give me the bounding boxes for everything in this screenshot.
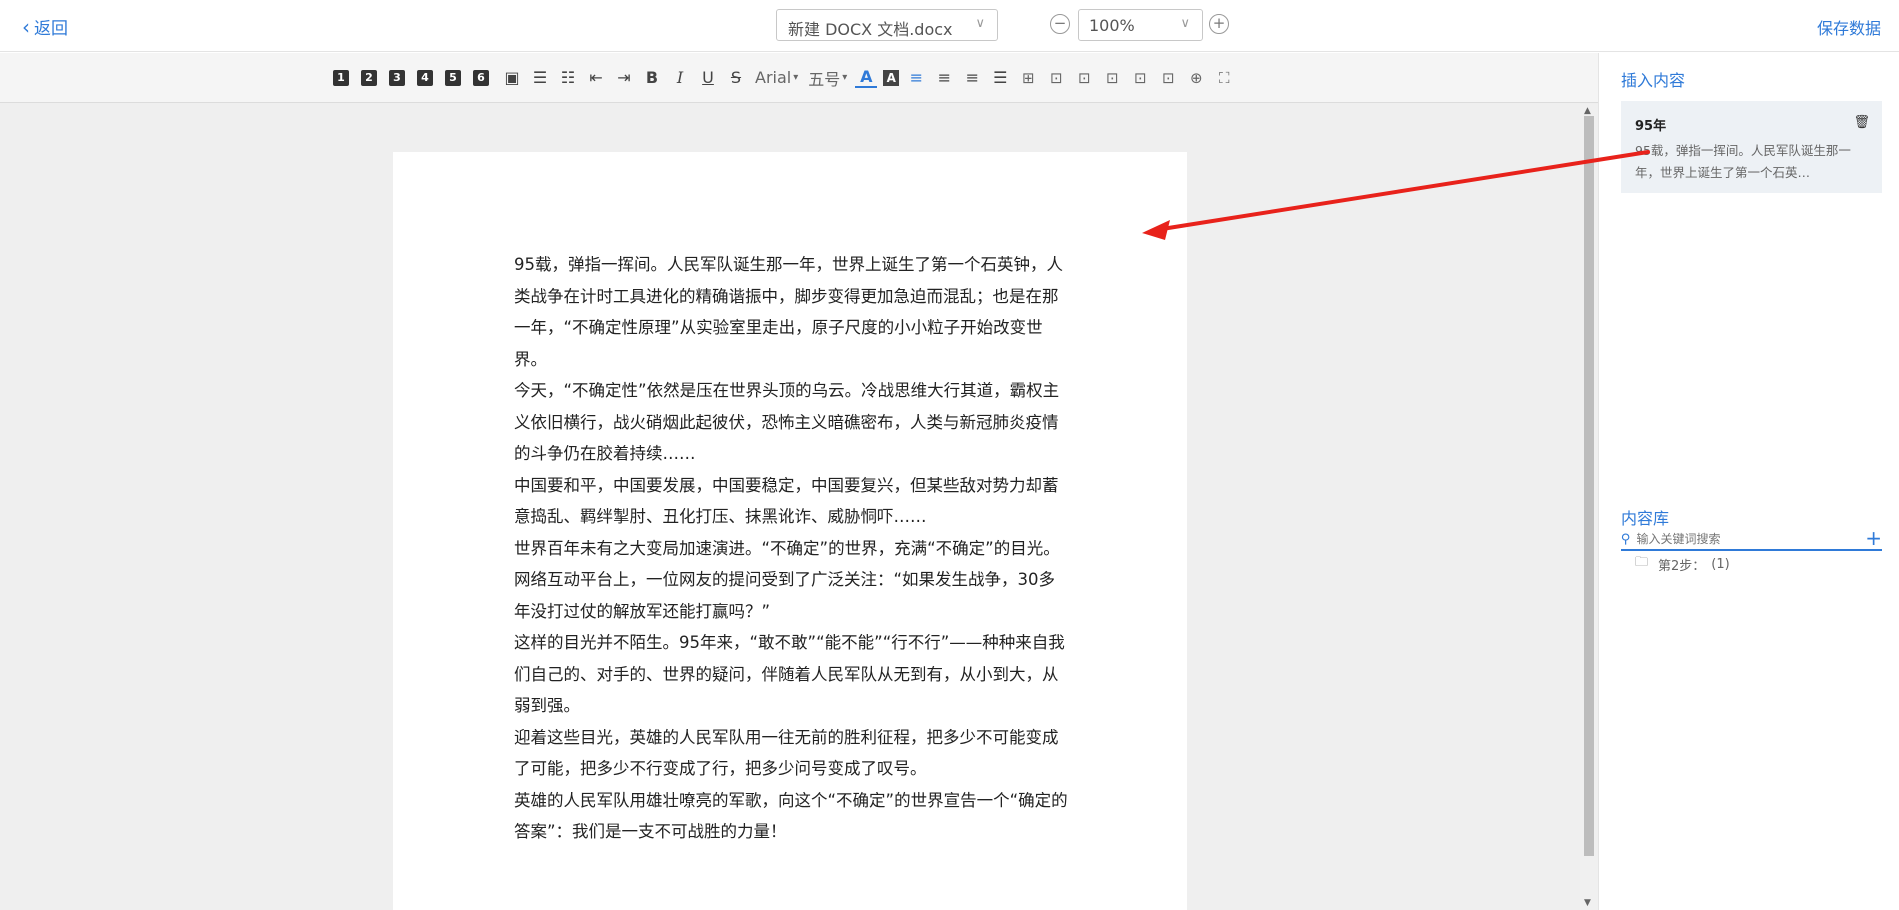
indent-icon[interactable]: ⇥ bbox=[613, 67, 635, 89]
table-col-left-icon[interactable]: ⊡ bbox=[1101, 67, 1123, 89]
folder-count: (1) bbox=[1711, 556, 1730, 572]
table-col-right-icon[interactable]: ⊡ bbox=[1129, 67, 1151, 89]
numbered-list-icon[interactable]: ☷ bbox=[557, 67, 579, 89]
background-color-button[interactable]: A bbox=[883, 69, 900, 86]
search-icon: ⚲ bbox=[1621, 531, 1631, 547]
add-icon[interactable]: + bbox=[1865, 527, 1882, 549]
caret-down-icon: ▾ bbox=[842, 72, 848, 83]
heading-2-button[interactable]: 2 bbox=[361, 69, 377, 86]
insert-table-icon[interactable]: ⊞ bbox=[1017, 67, 1039, 89]
content-card[interactable]: 95年 95载，弹指一挥间。人民军队诞生那一年，世界上诞生了第一个石英… 🗑 bbox=[1621, 101, 1882, 193]
zoom-select[interactable]: 100% ∨ bbox=[1078, 9, 1203, 41]
table-delete-icon[interactable]: ⊡ bbox=[1157, 67, 1179, 89]
align-right-icon[interactable]: ≡ bbox=[961, 67, 983, 89]
chevron-left-icon: ‹ bbox=[22, 14, 30, 39]
trash-icon[interactable]: 🗑 bbox=[1853, 115, 1870, 130]
underline-button[interactable]: U bbox=[697, 67, 719, 89]
back-label: 返回 bbox=[34, 19, 68, 39]
chevron-down-icon: ∨ bbox=[975, 16, 985, 31]
heading-4-button[interactable]: 4 bbox=[417, 69, 433, 86]
paragraph[interactable]: 中国要和平，中国要发展，中国要稳定，中国要复兴，但某些敌对势力却蓄意捣乱、羁绊掣… bbox=[514, 470, 1070, 533]
paragraph[interactable]: 95载，弹指一挥间。人民军队诞生那一年，世界上诞生了第一个石英钟，人类战争在计时… bbox=[514, 249, 1070, 375]
font-size-value: 五号 bbox=[808, 69, 841, 89]
document-name: 新建 DOCX 文档.docx bbox=[788, 20, 953, 39]
library-search-input[interactable] bbox=[1636, 532, 1837, 546]
library-search: ⚲ + bbox=[1621, 527, 1882, 551]
font-family-select[interactable]: Arial ▾ bbox=[753, 67, 800, 89]
chevron-down-icon: ∨ bbox=[1180, 16, 1190, 31]
paragraph[interactable]: 英雄的人民军队用雄壮嘹亮的军歌，向这个“不确定”的世界宣告一个“确定的答案”：我… bbox=[514, 785, 1070, 848]
vertical-scrollbar[interactable]: ▲ ▼ bbox=[1580, 104, 1598, 910]
top-bar: ‹ 返回 新建 DOCX 文档.docx ∨ − 100% ∨ + 保存数据 bbox=[0, 0, 1899, 52]
strikethrough-button[interactable]: S bbox=[725, 67, 747, 89]
font-size-select[interactable]: 五号 ▾ bbox=[806, 67, 849, 89]
right-panel: 插入内容 95年 95载，弹指一挥间。人民军队诞生那一年，世界上诞生了第一个石英… bbox=[1598, 53, 1899, 910]
document-select[interactable]: 新建 DOCX 文档.docx ∨ bbox=[776, 9, 998, 41]
font-family-value: Arial bbox=[755, 68, 792, 87]
italic-button[interactable]: I bbox=[669, 67, 691, 89]
paragraph[interactable]: 今天，“不确定性”依然是压在世界头顶的乌云。冷战思维大行其道，霸权主义依旧横行，… bbox=[514, 375, 1070, 470]
insert-content-title: 插入内容 bbox=[1621, 71, 1686, 90]
align-center-icon[interactable]: ≡ bbox=[933, 67, 955, 89]
align-left-icon[interactable]: ≡ bbox=[905, 67, 927, 89]
bold-button[interactable]: B bbox=[641, 67, 663, 89]
paragraph[interactable]: 这样的目光并不陌生。95年来，“敢不敢”“能不能”“行不行”——种种来自我们自己… bbox=[514, 627, 1070, 722]
folder-label: 第2步： bbox=[1658, 558, 1706, 574]
heading-6-button[interactable]: 6 bbox=[473, 69, 489, 86]
heading-5-button[interactable]: 5 bbox=[445, 69, 461, 86]
insert-plus-icon[interactable]: ⊕ bbox=[1185, 67, 1207, 89]
zoom-in-icon[interactable]: + bbox=[1209, 14, 1229, 34]
document-body[interactable]: 95载，弹指一挥间。人民军队诞生那一年，世界上诞生了第一个石英钟，人类战争在计时… bbox=[514, 249, 1070, 848]
scroll-down-icon[interactable]: ▼ bbox=[1584, 898, 1591, 908]
font-color-button[interactable]: A bbox=[855, 67, 878, 88]
outdent-icon[interactable]: ⇤ bbox=[585, 67, 607, 89]
caret-down-icon: ▾ bbox=[793, 72, 799, 83]
library-folder-item[interactable]: 🗀 第2步： (1) bbox=[1635, 553, 1730, 575]
editor-area: 1 2 3 4 5 6 ▣ ☰ ☷ ⇤ ⇥ B I U S Arial ▾ 五号 ▾… bbox=[0, 53, 1598, 910]
heading-1-button[interactable]: 1 bbox=[333, 69, 349, 86]
bullet-list-icon[interactable]: ☰ bbox=[529, 67, 551, 89]
save-data-button[interactable]: 保存数据 bbox=[1817, 15, 1881, 39]
format-toolbar: 1 2 3 4 5 6 ▣ ☰ ☷ ⇤ ⇥ B I U S Arial ▾ 五号 ▾… bbox=[0, 53, 1598, 103]
table-row-above-icon[interactable]: ⊡ bbox=[1045, 67, 1067, 89]
paragraph-format-icon[interactable]: ▣ bbox=[501, 67, 523, 89]
scroll-up-icon[interactable]: ▲ bbox=[1584, 106, 1591, 116]
heading-3-button[interactable]: 3 bbox=[389, 69, 405, 86]
folder-icon: 🗀 bbox=[1635, 555, 1649, 570]
zoom-out-icon[interactable]: − bbox=[1050, 14, 1070, 34]
document-page[interactable]: 95载，弹指一挥间。人民军队诞生那一年，世界上诞生了第一个石英钟，人类战争在计时… bbox=[393, 152, 1187, 910]
paragraph[interactable]: 世界百年未有之大变局加速演进。“不确定”的世界，充满“不确定”的目光。网络互动平… bbox=[514, 533, 1070, 628]
card-preview: 95载，弹指一挥间。人民军队诞生那一年，世界上诞生了第一个石英… bbox=[1635, 143, 1851, 180]
table-row-below-icon[interactable]: ⊡ bbox=[1073, 67, 1095, 89]
zoom-value: 100% bbox=[1089, 16, 1135, 35]
document-scroll-area[interactable]: 95载，弹指一挥间。人民军队诞生那一年，世界上诞生了第一个石英钟，人类战争在计时… bbox=[0, 104, 1598, 910]
fullscreen-icon[interactable]: ⛶ bbox=[1213, 67, 1235, 89]
content-library-title: 内容库 bbox=[1621, 509, 1670, 528]
paragraph[interactable]: 迎着这些目光，英雄的人民军队用一往无前的胜利征程，把多少不可能变成了可能，把多少… bbox=[514, 722, 1070, 785]
back-button[interactable]: ‹ 返回 bbox=[22, 14, 68, 40]
scrollbar-thumb[interactable] bbox=[1584, 116, 1594, 856]
align-justify-icon[interactable]: ☰ bbox=[989, 67, 1011, 89]
card-title: 95年 bbox=[1635, 119, 1667, 134]
